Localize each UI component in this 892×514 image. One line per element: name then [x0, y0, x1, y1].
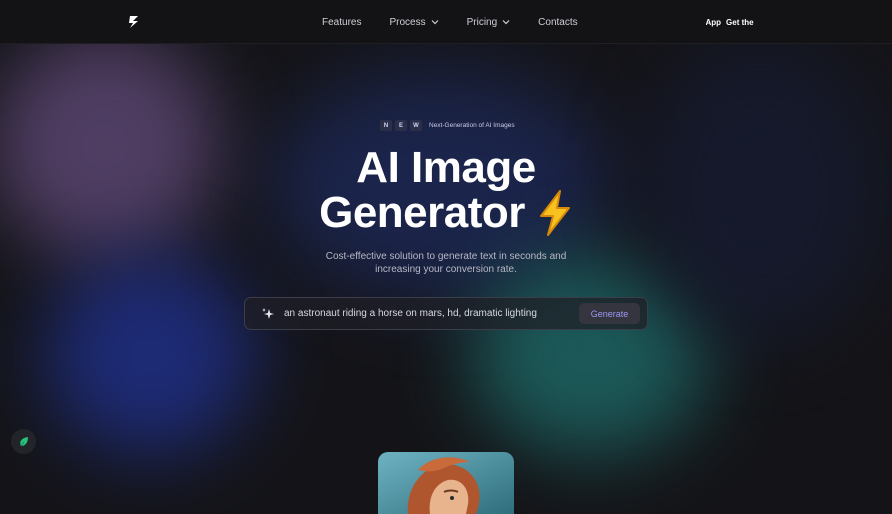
badge-text: Next-Generation of AI Images	[429, 122, 515, 129]
top-navbar: Features Process Pricing Contacts Get th…	[0, 0, 892, 44]
title-line-2: Generator	[319, 188, 525, 237]
new-badge: N E W Next-Generation of AI Images	[380, 120, 515, 131]
subtitle-line-1: Cost-effective solution to generate text…	[325, 251, 567, 262]
nav-link-contacts[interactable]: Contacts	[538, 17, 577, 28]
hero-subtitle: Cost-effective solution to generate text…	[0, 250, 892, 276]
nav-link-label: Pricing	[466, 16, 498, 28]
sparkle-icon	[262, 307, 274, 319]
portrait-illustration	[378, 452, 514, 514]
lightning-bolt-icon	[539, 190, 570, 236]
nav-link-process[interactable]: Process	[389, 16, 439, 28]
title-line-2-wrap: Generator	[319, 190, 573, 236]
nav-link-label: Features	[322, 16, 362, 28]
nav-link-label: Contacts	[538, 16, 578, 28]
nav-link-label: Process	[389, 16, 426, 28]
generate-button[interactable]: Generate	[579, 303, 640, 324]
hero-section: N E W Next-Generation of AI Images AI Im…	[0, 0, 892, 514]
prompt-bar: Generate	[244, 297, 648, 330]
badge-letter: N	[380, 120, 392, 131]
badge-letter: W	[410, 120, 422, 131]
chevron-down-icon	[431, 20, 439, 25]
nav-link-features[interactable]: Features	[322, 17, 361, 28]
nav-actions: Get the App Get the	[706, 0, 772, 44]
nav-links: Features Process Pricing Contacts	[322, 0, 578, 44]
prompt-input[interactable]	[284, 308, 569, 319]
badge-letter: E	[395, 120, 407, 131]
title-line-1: AI Image	[356, 143, 536, 192]
chevron-down-icon	[502, 20, 510, 25]
leaf-chat-icon	[19, 436, 28, 446]
nav-link-pricing[interactable]: Pricing	[467, 17, 511, 28]
page-title: AI Image Generator	[0, 146, 892, 236]
subtitle-line-2: increasing your conversion rate.	[375, 264, 517, 275]
get-app-link[interactable]: Get the App	[706, 18, 721, 27]
chat-widget-button[interactable]	[11, 429, 36, 454]
get-started-button[interactable]: Get the	[726, 18, 754, 27]
lightning-logo-icon[interactable]	[126, 14, 142, 30]
portrait-preview-image	[378, 452, 514, 514]
